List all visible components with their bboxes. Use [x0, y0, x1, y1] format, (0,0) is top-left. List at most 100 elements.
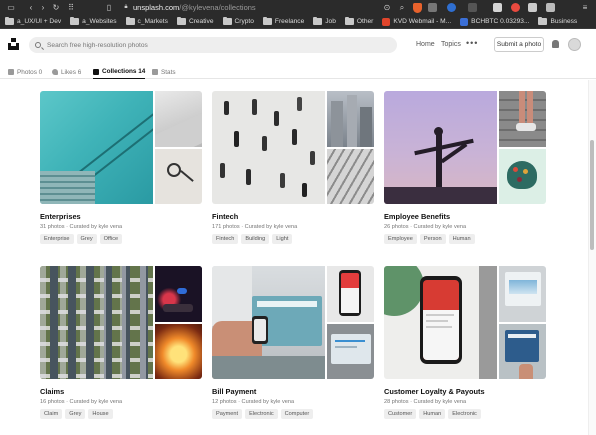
extension-icon-6[interactable] [528, 3, 537, 12]
tab-collections[interactable]: Collections 14 [93, 65, 146, 79]
grid-icon[interactable]: ⠿ [66, 0, 76, 15]
bookmark-item[interactable]: Crypto [222, 17, 254, 25]
folder-icon [125, 17, 135, 25]
more-menu-icon[interactable]: ••• [466, 38, 478, 48]
extension-icon-7[interactable] [546, 3, 555, 12]
collection-cover[interactable] [384, 91, 546, 204]
collection-cover[interactable] [40, 266, 202, 379]
tag[interactable]: Enterprise [40, 234, 74, 244]
tag[interactable]: Customer [384, 409, 417, 419]
nav-home[interactable]: Home [416, 41, 435, 48]
cover-image-top [155, 91, 202, 147]
notification-bell-icon[interactable] [552, 40, 559, 48]
tab-photos[interactable]: Photos 0 [8, 65, 42, 79]
tag[interactable]: Human [419, 409, 446, 419]
bookmark-item[interactable]: a_Websites [70, 17, 117, 25]
bookmark-item[interactable]: Freelance [262, 17, 304, 25]
collection-title[interactable]: Bill Payment [212, 387, 256, 396]
reload-icon[interactable]: ↻ [51, 0, 61, 15]
tag-list: Customer Human Electronic [384, 409, 484, 419]
zoom-icon[interactable]: ⌕ [397, 0, 407, 15]
cover-image-main [384, 266, 497, 379]
collection-cover[interactable] [212, 266, 374, 379]
tab-likes[interactable]: Likes 6 [52, 65, 81, 79]
address-bar[interactable]: 🔒︎ unsplash.com /@kylevena/collections [122, 2, 392, 13]
collection-title[interactable]: Employee Benefits [384, 212, 450, 221]
submit-photo-button[interactable]: Submit a photo [494, 37, 544, 52]
url-domain: unsplash.com [133, 3, 180, 12]
tab-stats[interactable]: Stats [152, 65, 176, 79]
scrollbar-thumb[interactable] [590, 140, 594, 250]
avatar[interactable] [568, 38, 581, 51]
extension-icon-5[interactable] [511, 3, 520, 12]
back-icon[interactable]: ‹ [26, 0, 36, 15]
tag[interactable]: Fintech [212, 234, 239, 244]
extension-icon-3[interactable] [468, 3, 477, 12]
extension-icon-1[interactable] [428, 3, 437, 12]
tag[interactable]: Building [241, 234, 270, 244]
tag[interactable]: House [88, 409, 113, 419]
bookmark-item[interactable]: c_Markets [125, 17, 168, 25]
folder-icon [538, 17, 548, 25]
cover-image-bottom [327, 324, 374, 379]
nav-topics[interactable]: Topics [441, 41, 461, 48]
collection-cover[interactable] [40, 91, 202, 204]
browser-toolbar: ▭ ‹ › ↻ ⠿ ▯ 🔒︎ unsplash.com /@kylevena/c… [0, 0, 596, 15]
cover-image-top [327, 91, 374, 147]
collection-title[interactable]: Claims [40, 387, 64, 396]
tag[interactable]: Electronic [448, 409, 481, 419]
tag[interactable]: Electronic [245, 409, 278, 419]
tag[interactable]: Grey [76, 234, 97, 244]
extension-icon-4[interactable] [493, 3, 502, 12]
tag[interactable]: Person [419, 234, 446, 244]
url-path: /@kylevena/collections [179, 3, 256, 12]
sidebar-toggle-icon[interactable]: ▭ [6, 0, 16, 15]
bookmarks-bar: a_UX/UI + Dev a_Websites c_Markets Creat… [0, 15, 596, 29]
menu-icon[interactable]: ≡ [580, 0, 590, 15]
folder-icon [70, 17, 80, 25]
tag[interactable]: Payment [212, 409, 243, 419]
folder-icon [262, 17, 272, 25]
tag[interactable]: Light [272, 234, 293, 244]
cover-image-main [212, 91, 325, 204]
collection-cover[interactable] [212, 91, 374, 204]
extension-icon-2[interactable] [447, 3, 456, 12]
brave-shield-icon[interactable] [413, 3, 422, 13]
bookmark-item[interactable]: BCHBTC 0.03293... [460, 17, 529, 26]
bookmark-item[interactable]: KVD Webmail - M... [382, 17, 451, 26]
cover-image-top [327, 266, 374, 322]
folder-icon [5, 17, 14, 25]
bookmark-item[interactable]: Other [344, 17, 373, 25]
search-icon [35, 42, 41, 48]
cover-image-bottom [155, 324, 202, 379]
collection-cover[interactable] [384, 266, 546, 379]
tag-list: Enterprise Grey Office [40, 234, 125, 244]
cover-image-main [384, 91, 497, 204]
bookmark-item[interactable]: Creative [176, 17, 214, 25]
collection-title[interactable]: Enterprises [40, 212, 81, 221]
share-icon[interactable]: ⊙ [382, 0, 392, 15]
lock-icon: 🔒︎ [124, 4, 128, 10]
tag[interactable]: Employee [384, 234, 417, 244]
collection-meta: 16 photos · Curated by kyle vena [40, 399, 123, 405]
collection-title[interactable]: Customer Loyalty & Payouts [384, 387, 485, 396]
bookmark-item[interactable]: Job [313, 17, 336, 25]
collections-icon [93, 68, 99, 75]
bookmark-icon[interactable]: ▯ [104, 0, 114, 15]
tag[interactable]: Claim [40, 409, 63, 419]
forward-icon[interactable]: › [38, 0, 48, 15]
bookmark-item[interactable]: Business [538, 17, 577, 25]
unsplash-logo-icon[interactable] [8, 38, 19, 50]
bookmark-item[interactable]: a_UX/UI + Dev [5, 17, 61, 25]
collection-meta: 12 photos · Curated by kyle vena [212, 399, 295, 405]
search-input[interactable]: Search free high-resolution photos [29, 37, 397, 53]
cover-image-bottom [499, 149, 546, 204]
cover-image-main [212, 266, 325, 379]
folder-icon [222, 17, 232, 25]
collection-title[interactable]: Fintech [212, 212, 238, 221]
tag[interactable]: Grey [65, 409, 86, 419]
tag[interactable]: Office [99, 234, 123, 244]
tag[interactable]: Human [448, 234, 475, 244]
scrollbar-track[interactable] [588, 80, 596, 435]
tag[interactable]: Computer [280, 409, 314, 419]
